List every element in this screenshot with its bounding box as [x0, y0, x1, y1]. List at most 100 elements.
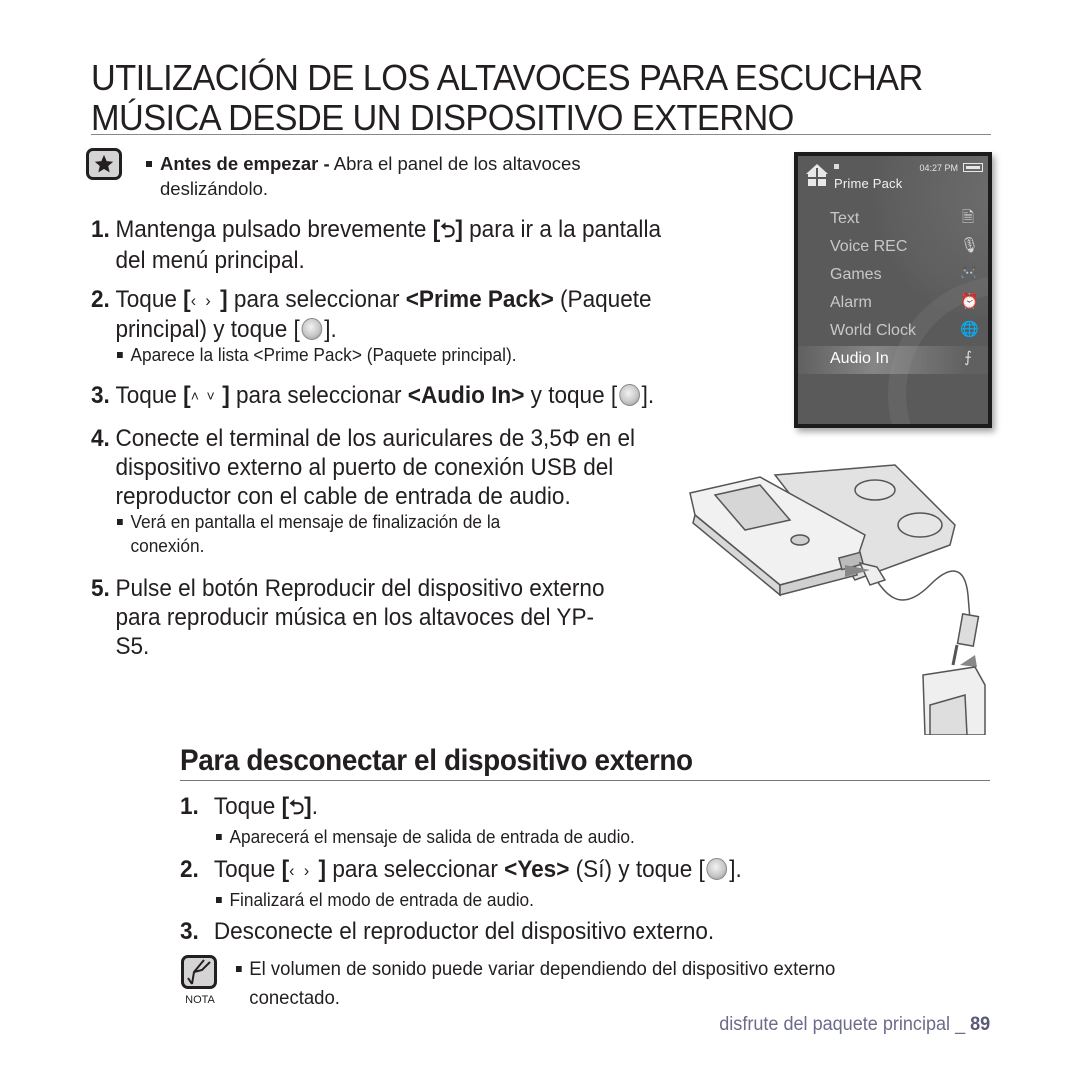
step-text: Mantenga pulsado brevemente [115, 216, 433, 243]
back-icon: ⮌ [289, 797, 305, 819]
select-button-icon [619, 384, 640, 406]
section-divider [180, 780, 990, 781]
step-text: (Paquete [553, 286, 652, 313]
audio-cable [858, 561, 980, 666]
step-5: 5. Pulse el botón Reproducir del disposit… [91, 574, 605, 661]
menu-item-label: Audio In [830, 350, 889, 367]
step-text: Toque [213, 793, 282, 820]
title-line-2: MÚSICA DESDE UN DISPOSITIVO EXTERNO [91, 97, 794, 138]
menu-item-alarm[interactable]: Alarm ⏰ [798, 290, 988, 318]
battery-icon [963, 163, 983, 172]
step-text: para seleccionar [227, 286, 406, 313]
disconnect-step-3: 3. Desconecte el reproductor del disposit… [180, 917, 714, 946]
page-number: 89 [969, 1014, 990, 1035]
step-line-2: del menú principal. [115, 247, 305, 274]
select-button-icon [301, 318, 323, 340]
step-2-note: Aparece la lista <Prime Pack> (Paquete p… [117, 343, 517, 367]
note-text: conexión. [130, 536, 205, 556]
step-text: ]. [729, 856, 742, 883]
globe-icon: 🌐 [960, 321, 979, 338]
note-line-1: El volumen de sonido puede variar depend… [249, 958, 836, 980]
step-text: S5. [115, 633, 150, 660]
audio-in-icon: ⨍ [964, 349, 972, 366]
note-text: Verá en pantalla el mensaje de finalizac… [130, 512, 501, 532]
menu-item-voice-rec[interactable]: Voice REC 🎙 [798, 234, 988, 262]
note-text: Finalizará el modo de entrada de audio. [229, 890, 534, 910]
step-number: 2. [91, 286, 110, 313]
back-icon: ⮌ [440, 220, 456, 242]
step-2: 2. Toque [‹›] para seleccionar <Prime Pac… [91, 286, 652, 343]
step-text: . [311, 793, 318, 820]
menu-list: Text 🗎 Voice REC 🎙 Games 🎮 Alarm ⏰ World Clo… [798, 206, 988, 374]
disconnect-step-2-note: Finalizará el modo de entrada de audio. [216, 888, 534, 912]
disconnect-step-1: 1. Toque [⮌]. [180, 792, 318, 823]
step-text: para seleccionar [229, 382, 408, 409]
step-4-note: Verá en pantalla el mensaje de finalizac… [117, 510, 500, 558]
screen-title: Prime Pack [834, 176, 903, 191]
device-screen: 04:27 PM Prime Pack Text 🗎 Voice REC 🎙 Gam… [794, 152, 992, 428]
menu-item-label: Voice REC [830, 238, 908, 255]
step-text: dispositivo externo al puerto de conexió… [115, 454, 614, 481]
note-text: Aparecerá el mensaje de salida de entrad… [229, 827, 635, 847]
menu-item-audio-in[interactable]: Audio In ⨍ [798, 346, 988, 374]
step-text: Pulse el botón Reproducir del dispositiv… [115, 575, 605, 602]
menu-item-games[interactable]: Games 🎮 [798, 262, 988, 290]
page-footer: disfrute del paquete principal _ 89 [719, 1014, 990, 1036]
bullet [216, 897, 222, 903]
section-heading: Para desconectar el dispositivo externo [180, 744, 693, 777]
step-text: para seleccionar [326, 856, 505, 883]
page-title: UTILIZACIÓN DE LOS ALTAVOCES PARA ESCUCH… [91, 58, 923, 138]
title-divider [91, 134, 991, 135]
note-text: Aparece la lista <Prime Pack> (Paquete p… [130, 345, 517, 365]
step-number: 3. [91, 382, 110, 409]
step-number: 1. [180, 793, 199, 820]
step-3: 3. Toque [˄˅] para seleccionar <Audio In>… [91, 382, 655, 409]
menu-item-label: World Clock [830, 322, 916, 339]
note-line-2: conectado. [249, 987, 340, 1009]
step-number: 5. [91, 575, 110, 602]
step-bold: <Audio In> [407, 382, 525, 409]
step-number: 2. [180, 856, 199, 883]
tip-bold: Antes de empezar - [160, 153, 330, 174]
menu-item-label: Games [830, 266, 882, 283]
step-bold: <Yes> [504, 856, 570, 883]
step-text: (Sí) y toque [ [569, 856, 705, 883]
tip-body: Abra el panel de los altavoces [329, 153, 581, 174]
bullet [146, 161, 152, 167]
menu-item-text[interactable]: Text 🗎 [798, 206, 988, 234]
step-text: y toque [ [524, 382, 618, 409]
step-text: Toque [115, 382, 184, 409]
left-right-icon: ‹› [190, 291, 221, 310]
step-number: 1. [91, 216, 110, 243]
note-pen-icon [181, 955, 217, 989]
tip-line-2: deslizándolo. [160, 178, 268, 199]
bullet [236, 966, 242, 972]
step-text: Toque [213, 856, 282, 883]
step-text: ]. [641, 382, 655, 409]
step-bold: <Prime Pack> [405, 286, 554, 313]
left-right-icon: ‹› [289, 861, 319, 880]
menu-item-label: Alarm [830, 294, 872, 311]
step-text: Conecte el terminal de los auriculares d… [115, 425, 636, 452]
up-down-icon: ˄˅ [190, 388, 223, 405]
gamepad-icon: 🎮 [960, 265, 979, 282]
document-icon: 🗎 [961, 209, 975, 226]
step-1: 1. Mantenga pulsado brevemente [⮌] para i… [91, 216, 662, 274]
prime-pack-icon [806, 164, 828, 186]
note-label: NOTA [185, 994, 215, 1006]
select-button-icon [706, 858, 728, 880]
alarm-clock-icon: ⏰ [960, 293, 979, 310]
bullet [216, 834, 222, 840]
star-icon [86, 148, 122, 180]
step-number: 4. [91, 425, 110, 452]
step-text: para reproducir música en los altavoces … [115, 604, 595, 631]
bullet [117, 352, 123, 358]
step-text: reproductor con el cable de entrada de a… [115, 483, 571, 510]
arrow-icon [845, 565, 977, 667]
step-text: para ir a la pantalla [462, 216, 662, 243]
external-device [922, 666, 986, 735]
note-text: El volumen de sonido puede variar depend… [236, 955, 835, 1013]
device-connection-illustration [689, 464, 986, 735]
menu-item-world-clock[interactable]: World Clock 🌐 [798, 318, 988, 346]
player-with-speakers [689, 464, 956, 597]
